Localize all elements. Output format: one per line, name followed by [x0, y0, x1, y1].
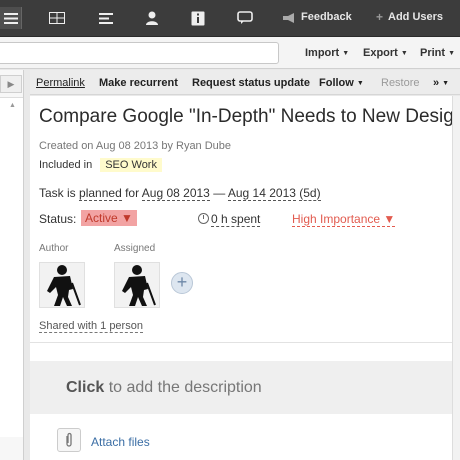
- folder-tag[interactable]: SEO Work: [100, 158, 162, 172]
- chevron-down-icon: ▼: [356, 80, 364, 87]
- more-actions-menu[interactable]: » ▼: [433, 77, 449, 89]
- request-status-update-button[interactable]: Request status update: [192, 77, 310, 89]
- duration[interactable]: (5d): [299, 186, 321, 201]
- created-info: Created on Aug 08 2013 by Ryan Dube: [39, 140, 232, 152]
- description-placeholder: Click to add the description: [66, 379, 262, 397]
- task-action-bar: Permalink Make recurrent Request status …: [30, 70, 460, 95]
- chevron-down-icon: ▼: [342, 50, 350, 57]
- megaphone-icon: [280, 7, 298, 29]
- task-detail-panel: Compare Google "In-Depth" Needs to New D…: [30, 96, 460, 460]
- menu-icon[interactable]: [0, 7, 22, 29]
- follow-menu[interactable]: Follow ▼: [319, 77, 364, 89]
- plan-prefix: Task is: [39, 186, 76, 200]
- divider: [30, 342, 452, 343]
- time-spent-value: 0 h spent: [211, 212, 261, 227]
- click-word: Click: [66, 379, 105, 396]
- description-area[interactable]: Click to add the description: [30, 361, 452, 414]
- hockey-player-icon: [47, 265, 81, 306]
- shared-with-link[interactable]: Shared with 1 person: [39, 320, 143, 333]
- search-input[interactable]: [0, 42, 279, 64]
- hockey-player-icon: [122, 265, 156, 306]
- end-date[interactable]: Aug 14 2013: [227, 186, 296, 201]
- task-list-collapsed: ▶ ▲: [0, 70, 24, 460]
- start-date[interactable]: Aug 08 2013: [141, 186, 210, 201]
- top-navigation-bar: Feedback + Add Users: [0, 0, 460, 37]
- import-menu[interactable]: Import ▼: [305, 47, 349, 59]
- time-spent[interactable]: 0 h spent: [198, 212, 261, 227]
- more-icon: »: [433, 77, 440, 89]
- chat-icon[interactable]: [232, 7, 258, 29]
- scroll-up-icon[interactable]: ▲: [9, 102, 16, 109]
- task-title[interactable]: Compare Google "In-Depth" Needs to New D…: [39, 106, 460, 128]
- list-icon[interactable]: [93, 7, 119, 29]
- permalink-link[interactable]: Permalink: [36, 77, 85, 89]
- restore-button[interactable]: Restore: [381, 77, 420, 89]
- attach-files-link[interactable]: Attach files: [91, 435, 150, 449]
- secondary-toolbar: Import ▼ Export ▼ Print ▼: [0, 37, 460, 69]
- plan-for: for: [125, 186, 140, 200]
- description-rest: to add the description: [104, 379, 262, 396]
- print-label: Print: [420, 47, 446, 59]
- plus-icon: +: [376, 10, 384, 24]
- date-separator: —: [213, 186, 226, 200]
- assigned-label: Assigned: [114, 243, 156, 254]
- expand-arrow-icon[interactable]: ▶: [0, 75, 22, 93]
- person-icon[interactable]: [139, 7, 165, 29]
- make-recurrent-button[interactable]: Make recurrent: [99, 77, 178, 89]
- import-label: Import: [305, 47, 340, 59]
- grid-icon[interactable]: [44, 7, 70, 29]
- planned-toggle[interactable]: planned: [79, 186, 122, 201]
- importance-dropdown[interactable]: High Importance ▼: [292, 212, 396, 227]
- export-label: Export: [363, 47, 398, 59]
- status-label: Status:: [39, 212, 77, 226]
- included-in-row: Included in SEO Work: [39, 158, 162, 172]
- author-label: Author: [39, 243, 69, 254]
- assignee-avatar[interactable]: [114, 262, 160, 308]
- clock-icon: [198, 213, 209, 224]
- info-icon[interactable]: [185, 7, 211, 29]
- selected-task-row[interactable]: [0, 97, 23, 437]
- export-menu[interactable]: Export ▼: [363, 47, 408, 59]
- chevron-down-icon: ▼: [400, 50, 408, 57]
- author-avatar[interactable]: [39, 262, 85, 308]
- chevron-down-icon: ▼: [448, 50, 455, 57]
- print-menu[interactable]: Print ▼: [420, 47, 455, 59]
- included-label: Included in: [39, 159, 93, 171]
- feedback-button[interactable]: Feedback: [301, 11, 352, 23]
- right-edge-panel: [452, 96, 460, 460]
- follow-label: Follow: [319, 77, 354, 89]
- schedule-line: Task is planned for Aug 08 2013 — Aug 14…: [39, 186, 321, 201]
- chevron-down-icon: ▼: [442, 80, 450, 87]
- status-dropdown[interactable]: Active ▼: [81, 210, 137, 226]
- add-assignee-button[interactable]: +: [171, 272, 193, 294]
- paperclip-icon[interactable]: [57, 428, 81, 452]
- add-users-button[interactable]: Add Users: [388, 11, 443, 23]
